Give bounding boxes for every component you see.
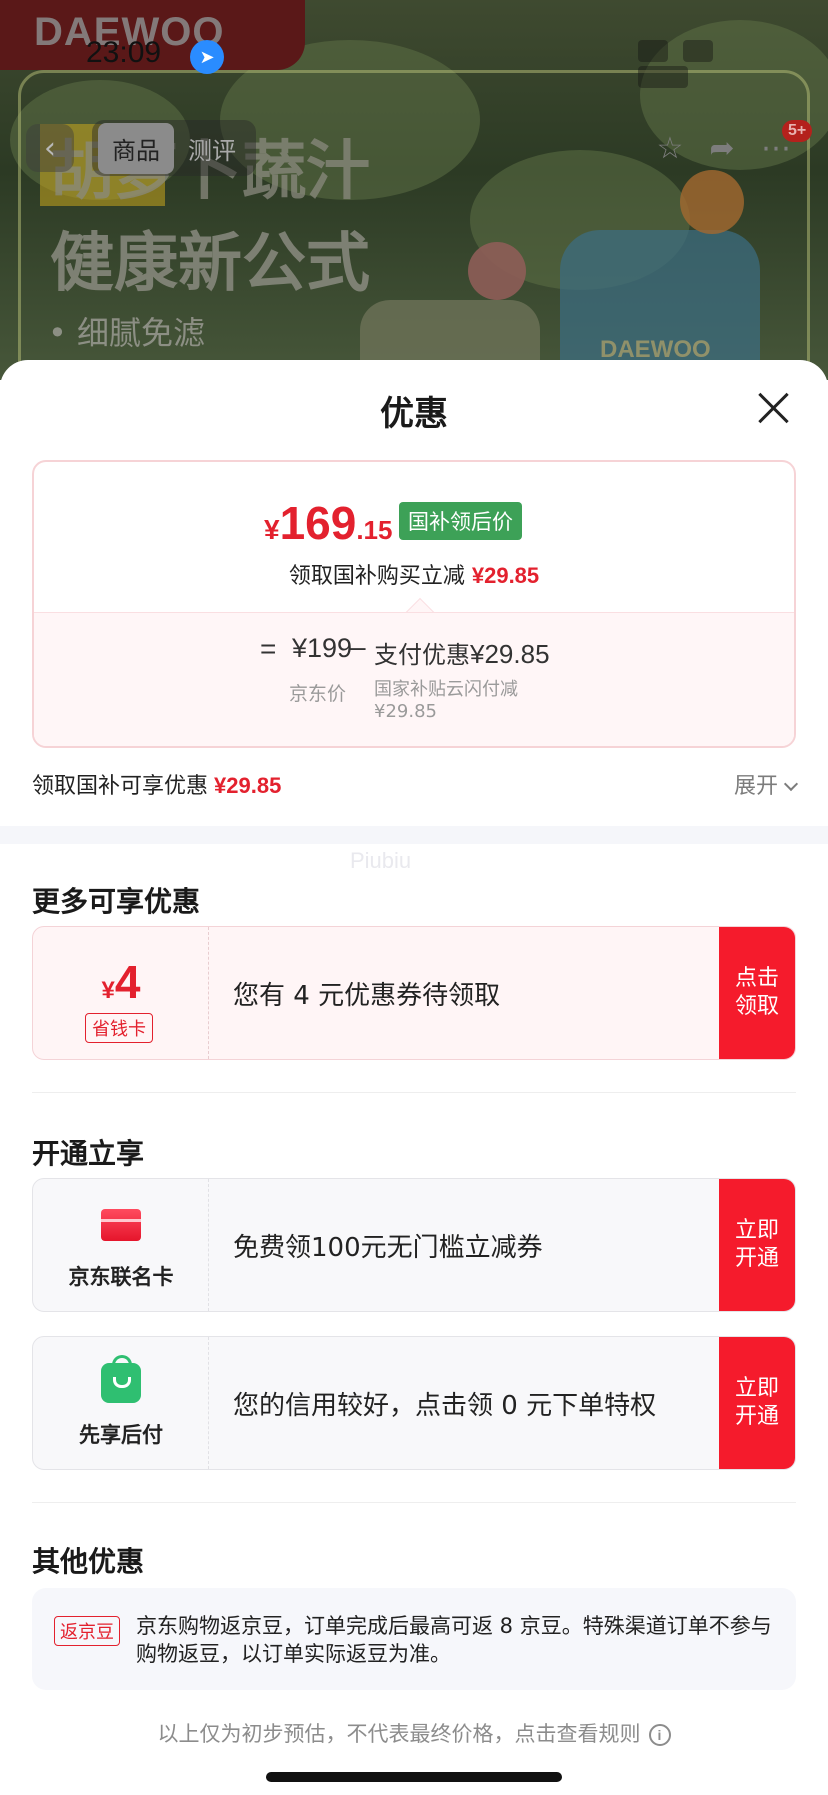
- chevron-down-icon: [783, 776, 799, 792]
- jd-price-label: 京东价: [289, 683, 347, 705]
- pay-later-label: 先享后付: [79, 1423, 163, 1447]
- jd-bean-text: 京东购物返京豆，订单完成后最高可返 8 京豆。特殊渠道订单不参与购物返豆，以订单…: [136, 1614, 772, 1666]
- expand-label: 展开: [733, 774, 778, 799]
- jd-bean-tag: 返京豆: [54, 1616, 120, 1646]
- hero-feature: • 细腻免滤: [48, 314, 206, 352]
- shopping-bag-icon: [101, 1355, 141, 1403]
- coupon-desc: 您有 4 元优惠券待领取: [233, 980, 501, 1011]
- subsidy-text: 领取国补购买立减: [288, 564, 465, 589]
- section-gap: [0, 826, 828, 844]
- product-jar-lid: [468, 242, 526, 300]
- pay-later-desc: 您的信用较好，点击领 0 元下单特权: [233, 1390, 657, 1421]
- more-offers-title: 更多可享优惠: [32, 885, 201, 918]
- price-breakdown: = ¥199 京东价 – 支付优惠¥29.85 国家补贴云闪付减 ¥29.85: [34, 612, 794, 746]
- star-icon[interactable]: ☆: [648, 126, 692, 170]
- price-decimal: .15: [356, 515, 393, 545]
- subsidy-price-tag: 国补领后价: [399, 502, 522, 540]
- price-summary: ¥169.15 国补领后价 领取国补购买立减 ¥29.85: [34, 462, 794, 612]
- status-time: 23:09: [86, 36, 162, 69]
- discount-sheet: 优惠 ¥169.15 国补领后价 领取国补购买立减 ¥29.85 = ¥199 …: [0, 360, 828, 1795]
- payment-discount-label: 支付优惠: [374, 641, 470, 669]
- status-indicators: [638, 40, 788, 88]
- message-badge: 5+: [782, 120, 813, 142]
- gov-subsidy-text: 领取国补可享优惠: [32, 774, 209, 799]
- pay-later-offer: 先享后付 您的信用较好，点击领 0 元下单特权 立即开通: [32, 1336, 796, 1470]
- pay-later-left: 先享后付: [33, 1337, 209, 1469]
- payment-discount-desc-line1: 国家补贴云闪付减: [374, 679, 518, 700]
- battery-icon: [638, 66, 688, 88]
- product-tabs: 商品 测评: [92, 120, 256, 176]
- coupon-left: ¥4 省钱卡: [33, 927, 209, 1059]
- jd-price: ¥199: [292, 633, 353, 663]
- payment-discount-desc: 国家补贴云闪付减 ¥29.85: [374, 679, 518, 723]
- payment-discount-desc-line2: ¥29.85: [374, 701, 437, 722]
- price-integer: 169: [279, 497, 357, 549]
- share-icon[interactable]: ➦: [700, 126, 744, 170]
- payment-discount: 支付优惠¥29.85: [374, 635, 550, 670]
- price-card: ¥169.15 国补领后价 领取国补购买立减 ¥29.85 = ¥199 京东价…: [32, 460, 796, 748]
- location-icon: ➤: [190, 40, 224, 74]
- gov-subsidy-amount: ¥29.85: [214, 773, 282, 798]
- footnote-text: 以上仅为初步预估，不代表最终价格，点击查看规则: [157, 1722, 641, 1746]
- sheet-title: 优惠: [380, 394, 448, 434]
- minus-sign: –: [350, 631, 366, 662]
- close-icon[interactable]: [750, 384, 798, 432]
- coupon-offer: ¥4 省钱卡 您有 4 元优惠券待领取 点击领取: [32, 926, 796, 1060]
- cobrand-card-desc: 免费领100元无门槛立减券: [233, 1232, 543, 1263]
- divider: [32, 1502, 796, 1503]
- payment-discount-amount: ¥29.85: [470, 639, 550, 669]
- expand-button[interactable]: 展开: [733, 768, 799, 800]
- subsidy-summary: 领取国补购买立减 ¥29.85: [34, 558, 794, 590]
- subsidy-amount: ¥29.85: [471, 563, 540, 588]
- info-icon: i: [648, 1724, 671, 1746]
- other-offers-title: 其他优惠: [32, 1545, 145, 1578]
- coupon-value: 4: [114, 956, 141, 1008]
- credit-card-icon: [101, 1209, 141, 1241]
- rules-link[interactable]: 以上仅为初步预估，不代表最终价格，点击查看规则 i: [0, 1718, 828, 1748]
- back-icon[interactable]: ‹: [26, 124, 74, 172]
- gov-subsidy-row: 领取国补可享优惠 ¥29.85 展开: [32, 768, 799, 804]
- open-cobrand-card-button[interactable]: 立即开通: [719, 1179, 795, 1311]
- divider: [32, 1092, 796, 1093]
- home-indicator: [266, 1772, 562, 1782]
- watermark: Piubiu: [350, 848, 412, 873]
- cobrand-card-label: 京东联名卡: [68, 1265, 174, 1289]
- signal-icon: [638, 40, 668, 62]
- hero-title-line2: 健康新公式: [50, 227, 370, 301]
- price-currency: ¥: [264, 514, 280, 545]
- coupon-amount: ¥4: [33, 955, 209, 1009]
- tab-product[interactable]: 商品: [98, 122, 174, 174]
- product-jar-lid: [680, 170, 744, 234]
- savings-card-tag: 省钱卡: [85, 1013, 153, 1043]
- wifi-icon: [683, 40, 714, 62]
- cobrand-card-left: 京东联名卡: [33, 1179, 209, 1311]
- tab-review[interactable]: 测评: [174, 123, 250, 174]
- final-price: ¥169.15: [264, 496, 392, 550]
- coupon-currency: ¥: [101, 977, 115, 1004]
- equals-sign: =: [260, 633, 277, 664]
- jd-bean-rebate: 返京豆 京东购物返京豆，订单完成后最高可返 8 京豆。特殊渠道订单不参与购物返豆…: [32, 1588, 796, 1690]
- claim-coupon-button[interactable]: 点击领取: [719, 927, 795, 1059]
- cobrand-card-offer: 京东联名卡 免费领100元无门槛立减券 立即开通: [32, 1178, 796, 1312]
- product-background: 胡萝卜蔬汁 健康新公式 • 细腻免滤 DAEWOO DAEWOO 23:09 ➤…: [0, 0, 828, 380]
- open-pay-later-button[interactable]: 立即开通: [719, 1337, 795, 1469]
- open-offers-title: 开通立享: [32, 1137, 145, 1170]
